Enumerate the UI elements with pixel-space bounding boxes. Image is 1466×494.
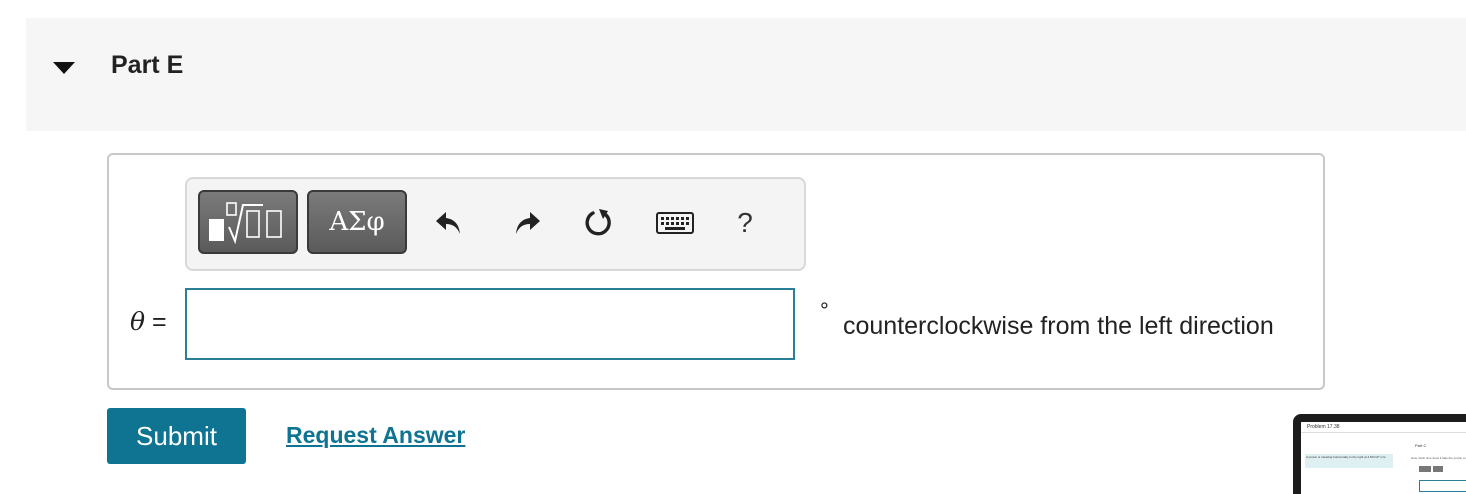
answer-input[interactable]: [185, 288, 795, 360]
video-thumbnail[interactable]: Problem 17.38 A proton is traveling hori…: [1293, 414, 1466, 494]
thumbnail-problem-text: A proton is traveling horizontally to th…: [1305, 454, 1393, 468]
thumbnail-divider: [1301, 432, 1466, 433]
collapse-caret-icon[interactable]: [53, 62, 75, 74]
math-toolbar: ΑΣφ ?: [185, 177, 806, 271]
degree-symbol: °: [820, 298, 829, 323]
part-header[interactable]: Part E: [26, 18, 1466, 131]
redo-button[interactable]: [507, 203, 547, 243]
request-answer-link[interactable]: Request Answer: [286, 422, 465, 449]
symbols-button[interactable]: ΑΣφ: [307, 190, 407, 254]
thumbnail-screen: Problem 17.38 A proton is traveling hori…: [1301, 422, 1466, 494]
keyboard-icon: [656, 212, 694, 234]
thumbnail-question: How much time does it take the proton to: [1411, 456, 1466, 460]
equals-sign: =: [152, 308, 167, 336]
answer-box: ΑΣφ ? θ = ° counterclockwise from the le…: [107, 153, 1325, 390]
reset-icon: [585, 209, 611, 236]
thumbnail-input: [1419, 480, 1466, 492]
redo-icon: [516, 212, 540, 234]
templates-button[interactable]: [198, 190, 298, 254]
thumbnail-toolbar-button: [1433, 466, 1443, 472]
thumbnail-part: Part C: [1415, 443, 1427, 448]
thumbnail-title: Problem 17.38: [1307, 424, 1340, 430]
thumbnail-toolbar-button: [1419, 466, 1431, 472]
reset-button[interactable]: [579, 203, 619, 243]
undo-button[interactable]: [429, 203, 469, 243]
help-button[interactable]: ?: [725, 203, 765, 243]
undo-icon: [436, 212, 460, 234]
submit-button[interactable]: Submit: [107, 408, 246, 464]
part-title: Part E: [111, 51, 184, 79]
keyboard-button[interactable]: [653, 203, 697, 243]
templates-icon: [209, 202, 282, 245]
theta-label: θ =: [130, 307, 167, 337]
unit-text: counterclockwise from the left direction: [843, 312, 1274, 340]
theta-symbol: θ: [130, 307, 146, 336]
